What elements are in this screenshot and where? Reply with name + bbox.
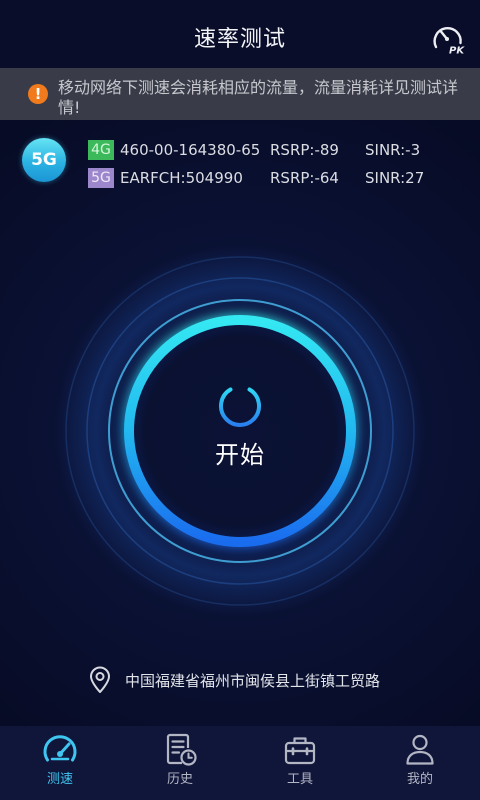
network-row-4g: 4G 460-00-164380-65 RSRP:-89 SINR:-3 — [0, 138, 480, 162]
bottom-tab-bar: 测速 历史 工具 我的 — [0, 726, 480, 800]
tab-tools[interactable]: 工具 — [240, 726, 360, 800]
tab-label: 测速 — [46, 772, 73, 787]
history-document-icon — [166, 733, 197, 766]
person-icon — [406, 734, 434, 765]
pk-label: PK — [449, 46, 465, 57]
rsrp-value: RSRP:-89 — [270, 141, 339, 159]
speedometer-pk-icon[interactable]: PK — [430, 22, 466, 57]
tab-label: 我的 — [406, 772, 433, 787]
network-tag: 5G — [88, 168, 114, 188]
location-pin-icon — [90, 666, 110, 693]
tab-label: 工具 — [286, 772, 313, 787]
toolbox-icon — [284, 737, 316, 765]
start-label: 开始 — [215, 441, 265, 469]
cell-id: 460-00-164380-65 — [120, 141, 261, 159]
speedometer-icon — [43, 735, 77, 762]
tab-history[interactable]: 历史 — [120, 726, 240, 800]
sinr-value: SINR:-3 — [365, 141, 421, 159]
network-row-5g: 5G EARFCH:504990 RSRP:-64 SINR:27 — [0, 166, 480, 190]
sinr-value: SINR:27 — [365, 169, 425, 187]
power-icon — [219, 380, 261, 427]
location-address: 中国福建省福州市闽侯县上街镇工贸路 — [125, 672, 381, 690]
tab-speed-test[interactable]: 测速 — [0, 726, 120, 800]
earfcn-value: EARFCH:504990 — [120, 169, 243, 187]
page-title: 速率测试 — [193, 27, 286, 52]
tab-label: 历史 — [166, 772, 193, 787]
network-tag: 4G — [88, 140, 114, 160]
traffic-notice-text: 移动网络下测速会消耗相应的流量，流量消耗详见测试详情! — [58, 78, 459, 117]
start-test-button[interactable]: 开始 — [129, 320, 351, 542]
tab-profile[interactable]: 我的 — [360, 726, 480, 800]
rsrp-value: RSRP:-64 — [270, 169, 339, 187]
warning-icon: ! — [28, 84, 48, 104]
